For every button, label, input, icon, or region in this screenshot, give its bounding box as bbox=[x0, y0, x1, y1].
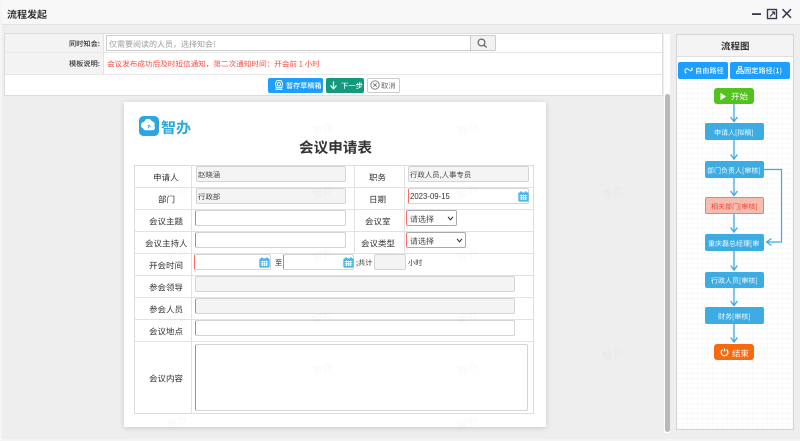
svg-text:2023-09-15: 2023-09-15 bbox=[410, 192, 451, 201]
